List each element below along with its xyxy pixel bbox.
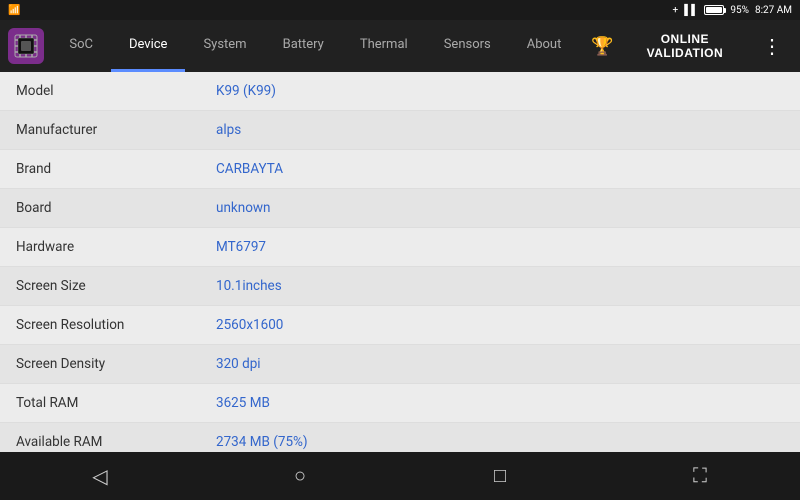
row-value: unknown (200, 189, 800, 228)
row-value: 2734 MB (75%) (200, 423, 800, 453)
tab-thermal[interactable]: Thermal (342, 20, 426, 72)
expand-button[interactable]: ⛶ (670, 456, 730, 496)
app-logo (0, 20, 51, 72)
table-row: BrandCARBAYTA (0, 150, 800, 189)
row-label: Model (0, 72, 200, 111)
recents-button[interactable]: □ (470, 456, 530, 496)
nav-right-section: 🏆 ONLINE VALIDATION ⋮ (579, 32, 800, 60)
row-label: Screen Size (0, 267, 200, 306)
table-row: Screen Size10.1inches (0, 267, 800, 306)
status-bar: 📶 + ▌▌ 95% 8:27 AM (0, 0, 800, 20)
row-value: K99 (K99) (200, 72, 800, 111)
back-button[interactable]: ◁ (70, 456, 130, 496)
device-info-table: ModelK99 (K99)ManufactureralpsBrandCARBA… (0, 72, 800, 452)
overflow-menu-icon[interactable]: ⋮ (756, 34, 788, 58)
bluetooth-icon: + (673, 5, 679, 16)
trophy-icon: 🏆 (591, 36, 613, 57)
table-row: Screen Density320 dpi (0, 345, 800, 384)
table-row: Total RAM3625 MB (0, 384, 800, 423)
bottom-nav-bar: ◁ ○ □ ⛶ (0, 452, 800, 500)
wifi-icon: 📶 (8, 5, 20, 16)
battery-percent: 95% (730, 5, 749, 16)
tab-battery[interactable]: Battery (265, 20, 342, 72)
row-value: CARBAYTA (200, 150, 800, 189)
row-value: alps (200, 111, 800, 150)
tab-about[interactable]: About (509, 20, 580, 72)
cpu-z-logo (8, 28, 44, 64)
table-row: HardwareMT6797 (0, 228, 800, 267)
row-label: Board (0, 189, 200, 228)
row-label: Manufacturer (0, 111, 200, 150)
tab-soc[interactable]: SoC (51, 20, 111, 72)
content-area: ModelK99 (K99)ManufactureralpsBrandCARBA… (0, 72, 800, 452)
table-row: Screen Resolution2560x1600 (0, 306, 800, 345)
row-label: Total RAM (0, 384, 200, 423)
row-label: Screen Density (0, 345, 200, 384)
wifi-signal: ▌▌ (684, 5, 698, 16)
row-value: MT6797 (200, 228, 800, 267)
time-display: 8:27 AM (755, 5, 792, 16)
table-row: Manufactureralps (0, 111, 800, 150)
table-row: Available RAM2734 MB (75%) (0, 423, 800, 453)
table-row: ModelK99 (K99) (0, 72, 800, 111)
nav-tabs: SoC Device System Battery Thermal Sensor… (51, 20, 579, 72)
row-value: 2560x1600 (200, 306, 800, 345)
battery-indicator (704, 5, 724, 15)
tab-device[interactable]: Device (111, 20, 186, 72)
table-row: Boardunknown (0, 189, 800, 228)
row-label: Screen Resolution (0, 306, 200, 345)
navbar: SoC Device System Battery Thermal Sensor… (0, 20, 800, 72)
row-value: 320 dpi (200, 345, 800, 384)
row-label: Available RAM (0, 423, 200, 453)
online-validation-button[interactable]: ONLINE VALIDATION (622, 32, 748, 60)
row-value: 10.1inches (200, 267, 800, 306)
row-value: 3625 MB (200, 384, 800, 423)
tab-sensors[interactable]: Sensors (426, 20, 509, 72)
row-label: Brand (0, 150, 200, 189)
row-label: Hardware (0, 228, 200, 267)
home-button[interactable]: ○ (270, 456, 330, 496)
tab-system[interactable]: System (185, 20, 264, 72)
